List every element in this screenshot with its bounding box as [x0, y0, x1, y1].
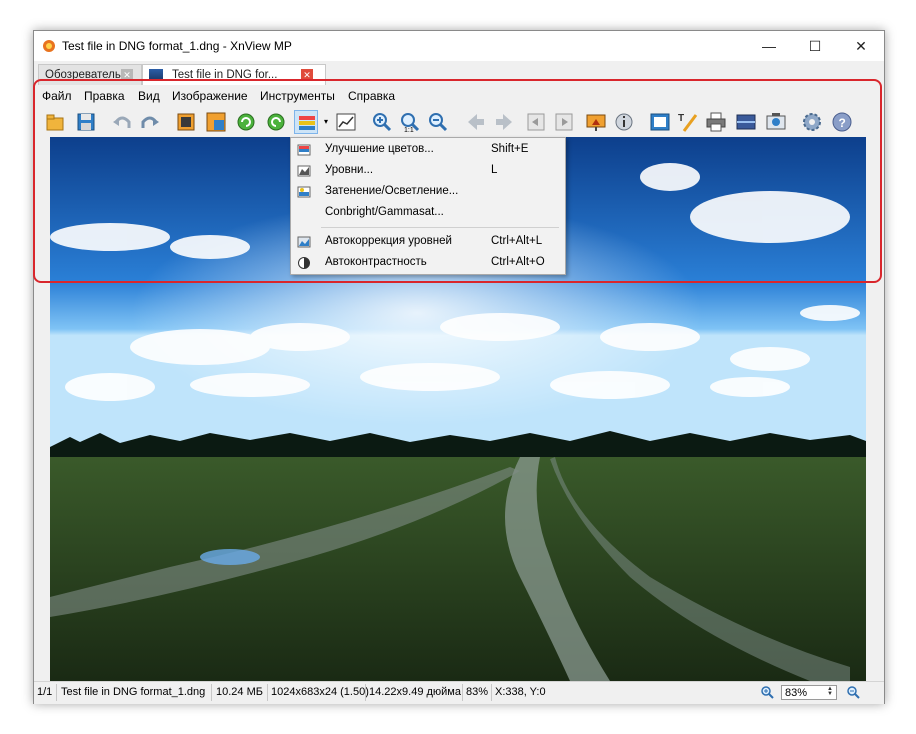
auto-contrast-icon — [298, 257, 310, 269]
tab-browser-close-icon[interactable]: ✕ — [121, 69, 133, 81]
menu-item-label: Уровни... — [325, 164, 374, 176]
svg-text:?: ? — [839, 116, 846, 130]
info-icon[interactable] — [612, 110, 636, 134]
menu-view[interactable]: Вид — [138, 89, 160, 103]
zoom-spinner[interactable]: ▲ ▼ — [825, 686, 835, 698]
save-icon[interactable] — [74, 110, 98, 134]
status-filesize: 10.24 МБ — [216, 686, 263, 698]
print-icon[interactable] — [704, 110, 728, 134]
rotate-left-icon[interactable] — [234, 110, 258, 134]
color-adjust-dropdown-arrow[interactable]: ▾ — [321, 110, 331, 134]
menu-item-levels[interactable]: Уровни... L — [291, 161, 565, 181]
first-icon[interactable] — [524, 110, 548, 134]
status-print-size: 14.22x9.49 дюйма — [369, 686, 461, 698]
menu-file[interactable]: Файл — [42, 89, 72, 103]
zoom-fit-icon[interactable]: 1:1 — [398, 110, 422, 134]
zoom-in-icon[interactable] — [370, 110, 394, 134]
zoom-input[interactable]: 83% ▲ ▼ — [781, 685, 837, 700]
svg-text:1:1: 1:1 — [404, 127, 414, 134]
rotate-right-icon[interactable] — [264, 110, 288, 134]
help-icon[interactable]: ? — [830, 110, 854, 134]
menu-item-shortcut: Shift+E — [491, 143, 529, 155]
status-filename: Test file in DNG format_1.dng — [61, 686, 206, 698]
menu-item-label: Автоконтрастность — [325, 256, 427, 268]
zoom-input-value: 83% — [785, 687, 808, 699]
capture-icon[interactable] — [764, 110, 788, 134]
status-coords: X:338, Y:0 — [495, 686, 546, 698]
status-separator — [56, 684, 57, 701]
menu-item-conbright[interactable]: Conbright/Gammasat... — [291, 203, 565, 223]
xnview-window: Test file in DNG format_1.dng - XnView M… — [33, 30, 885, 704]
window-title: Test file in DNG format_1.dng - XnView M… — [62, 39, 292, 53]
status-separator — [491, 684, 492, 701]
menu-item-shortcut: L — [491, 164, 498, 176]
color-adjust-icon[interactable] — [294, 110, 318, 134]
levels-icon — [297, 165, 311, 177]
menu-item-label: Автокоррекция уровней — [325, 235, 452, 247]
menu-item-color-enhance[interactable]: Улучшение цветов... Shift+E — [291, 140, 565, 160]
menu-tools[interactable]: Инструменты — [260, 89, 335, 103]
menu-bar: Файл Правка Вид Изображение Инструменты … — [34, 85, 884, 107]
menu-item-shortcut: Ctrl+Alt+L — [491, 235, 543, 247]
menu-item-auto-levels[interactable]: Автокоррекция уровней Ctrl+Alt+L — [291, 232, 565, 252]
color-adjust-dropdown-menu: Улучшение цветов... Shift+E Уровни... L … — [290, 137, 566, 275]
menu-item-shadow-highlight[interactable]: Затенение/Осветление... — [291, 182, 565, 202]
menu-separator — [321, 227, 559, 228]
status-page: 1/1 — [37, 686, 53, 698]
settings-icon[interactable] — [800, 110, 824, 134]
tab-browser[interactable]: Обозреватель ✕ — [38, 64, 142, 86]
fullscreen-icon[interactable] — [648, 110, 672, 134]
slideshow-icon[interactable] — [584, 110, 608, 134]
maximize-button[interactable]: ☐ — [792, 31, 838, 61]
color-enhance-icon — [297, 144, 311, 156]
prev-icon[interactable] — [464, 110, 488, 134]
toolbar: ▾ 1:1 T ? — [34, 107, 884, 137]
scan-icon[interactable] — [734, 110, 758, 134]
status-dimensions: 1024x683x24 (1.50) — [271, 686, 369, 698]
zoom-out-small-icon[interactable] — [846, 685, 860, 699]
menu-edit[interactable]: Правка — [84, 89, 125, 103]
status-zoom: 83% — [466, 686, 489, 698]
zoom-in-small-icon[interactable] — [760, 685, 774, 699]
image-thumbnail-icon — [149, 69, 163, 81]
tab-image[interactable]: Test file in DNG for... ✕ — [142, 64, 326, 86]
shadow-highlight-icon — [297, 186, 311, 198]
status-separator — [462, 684, 463, 701]
open-folder-icon[interactable] — [44, 110, 68, 134]
auto-levels-icon — [297, 236, 311, 248]
status-separator — [211, 684, 212, 701]
menu-item-shortcut: Ctrl+Alt+O — [491, 256, 545, 268]
menu-item-label: Улучшение цветов... — [325, 143, 434, 155]
xnview-app-icon — [43, 40, 55, 52]
last-icon[interactable] — [552, 110, 576, 134]
minimize-button[interactable]: — — [746, 31, 792, 61]
tab-image-label: Test file in DNG for... — [172, 69, 278, 81]
status-separator — [365, 684, 366, 701]
resize-icon[interactable] — [204, 110, 228, 134]
zoom-out-icon[interactable] — [426, 110, 450, 134]
menu-image[interactable]: Изображение — [172, 89, 248, 103]
edit-text-icon[interactable]: T — [676, 110, 700, 134]
svg-text:T: T — [678, 113, 684, 124]
status-separator — [267, 684, 268, 701]
menu-help[interactable]: Справка — [348, 89, 395, 103]
menu-item-label: Затенение/Осветление... — [325, 185, 459, 197]
title-bar: Test file in DNG format_1.dng - XnView M… — [34, 31, 884, 61]
undo-icon[interactable] — [110, 110, 134, 134]
histogram-icon[interactable] — [334, 110, 358, 134]
status-bar: 1/1 Test file in DNG format_1.dng 10.24 … — [34, 681, 884, 704]
menu-item-label: Conbright/Gammasat... — [325, 206, 444, 218]
redo-icon[interactable] — [138, 110, 162, 134]
tab-bar: Обозреватель ✕ Test file in DNG for... ✕ — [34, 61, 884, 86]
close-window-button[interactable]: ✕ — [838, 31, 884, 61]
menu-item-auto-contrast[interactable]: Автоконтрастность Ctrl+Alt+O — [291, 253, 565, 273]
tab-browser-label: Обозреватель — [45, 69, 121, 81]
tab-image-close-icon[interactable]: ✕ — [301, 69, 313, 81]
crop-icon[interactable] — [174, 110, 198, 134]
next-icon[interactable] — [492, 110, 516, 134]
